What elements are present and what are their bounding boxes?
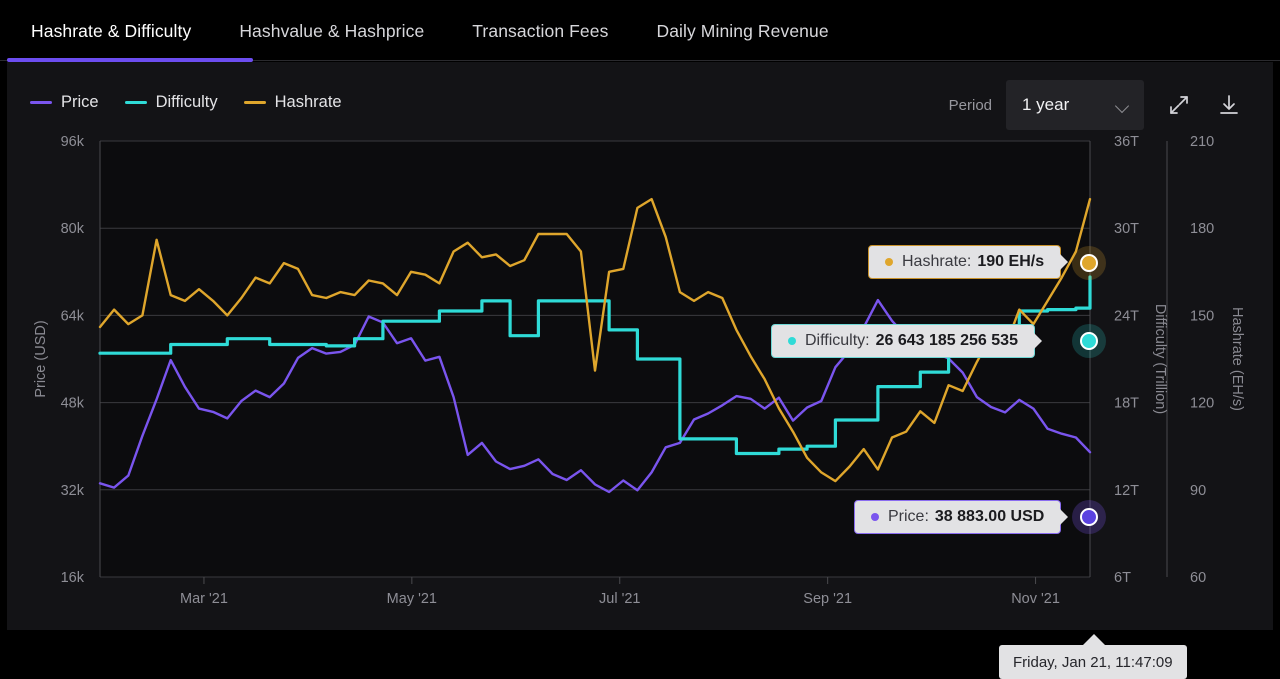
- tooltip-nib: [1060, 509, 1069, 525]
- axis-title-hashrate: Hashrate (EH/s): [1229, 307, 1245, 411]
- axis-tick-difficulty: 24T: [1114, 308, 1139, 324]
- axis-tick-hashrate: 120: [1190, 396, 1214, 412]
- axis-title-price: Price (USD): [33, 320, 49, 397]
- end-marker-price: [1080, 508, 1098, 526]
- tooltip-difficulty: Difficulty: 26 643 185 256 535: [771, 324, 1042, 358]
- tooltip-nib: [1033, 333, 1042, 349]
- axis-tick-x: Sep '21: [803, 591, 852, 607]
- tab-label: Transaction Fees: [472, 20, 609, 41]
- tooltip-dot-difficulty: [788, 337, 796, 345]
- tab-label: Hashrate & Difficulty: [31, 20, 192, 41]
- axis-tick-difficulty: 36T: [1114, 134, 1139, 150]
- axis-tick-difficulty: 30T: [1114, 221, 1139, 237]
- date-tooltip-nib: [1083, 634, 1105, 645]
- tab-list: Hashrate & Difficulty Hashvalue & Hashpr…: [0, 0, 1280, 62]
- tooltip-name-difficulty: Difficulty:: [805, 332, 870, 349]
- axis-tick-x: May '21: [387, 591, 437, 607]
- tooltip-dot-hashrate: [885, 258, 893, 266]
- tooltip-nib: [1060, 254, 1069, 270]
- axis-title-difficulty: Difficulty (Trillion): [1152, 304, 1168, 414]
- axis-tick-hashrate: 90: [1190, 483, 1206, 499]
- date-tooltip-text: Friday, Jan 21, 11:47:09: [1013, 653, 1173, 671]
- tooltip-value-hashrate: 190 EH/s: [977, 253, 1045, 270]
- axis-tick-price: 48k: [61, 396, 85, 412]
- tab-bar: Hashrate & Difficulty Hashvalue & Hashpr…: [0, 0, 1280, 62]
- tab-hashvalue-hashprice[interactable]: Hashvalue & Hashprice: [215, 0, 448, 62]
- tab-daily-mining-revenue[interactable]: Daily Mining Revenue: [632, 0, 852, 62]
- axis-tick-hashrate: 180: [1190, 221, 1214, 237]
- tooltip-name-hashrate: Hashrate:: [902, 253, 972, 270]
- axis-tick-x: Nov '21: [1011, 591, 1060, 607]
- axis-tick-price: 32k: [61, 483, 85, 499]
- tooltip-price: Price: 38 883.00 USD: [854, 500, 1069, 534]
- tab-transaction-fees[interactable]: Transaction Fees: [448, 0, 632, 62]
- end-marker-difficulty: [1080, 332, 1098, 350]
- date-tooltip: Friday, Jan 21, 11:47:09: [999, 645, 1187, 679]
- tooltip-value-price: 38 883.00 USD: [934, 508, 1045, 525]
- axis-tick-price: 96k: [61, 134, 85, 150]
- tab-hashrate-difficulty[interactable]: Hashrate & Difficulty: [7, 0, 215, 62]
- axis-tick-price: 80k: [61, 221, 85, 237]
- tooltip-name-price: Price:: [888, 508, 929, 525]
- tab-label: Daily Mining Revenue: [656, 20, 829, 41]
- axis-tick-price: 16k: [61, 570, 85, 586]
- axis-tick-hashrate: 150: [1190, 308, 1214, 324]
- axis-tick-hashrate: 60: [1190, 570, 1206, 586]
- end-marker-hashrate: [1080, 254, 1098, 272]
- chart-plot-area: 96k 80k 64k 48k 32k 16k Price (USD) 36T 30T 24T 18…: [7, 62, 1273, 679]
- axis-tick-difficulty: 18T: [1114, 396, 1139, 412]
- axis-tick-x: Jul '21: [599, 591, 640, 607]
- axis-tick-difficulty: 6T: [1114, 570, 1131, 586]
- chart-card: Price Difficulty Hashrate Period 1 year: [7, 62, 1273, 679]
- axis-tick-difficulty: 12T: [1114, 483, 1139, 499]
- axis-tick-x: Mar '21: [180, 591, 228, 607]
- tooltip-dot-price: [871, 513, 879, 521]
- tooltip-value-difficulty: 26 643 185 256 535: [875, 332, 1018, 349]
- tab-label: Hashvalue & Hashprice: [239, 20, 425, 41]
- tooltip-hashrate: Hashrate: 190 EH/s: [868, 245, 1069, 279]
- axis-tick-price: 64k: [61, 308, 85, 324]
- axis-tick-hashrate: 210: [1190, 134, 1214, 150]
